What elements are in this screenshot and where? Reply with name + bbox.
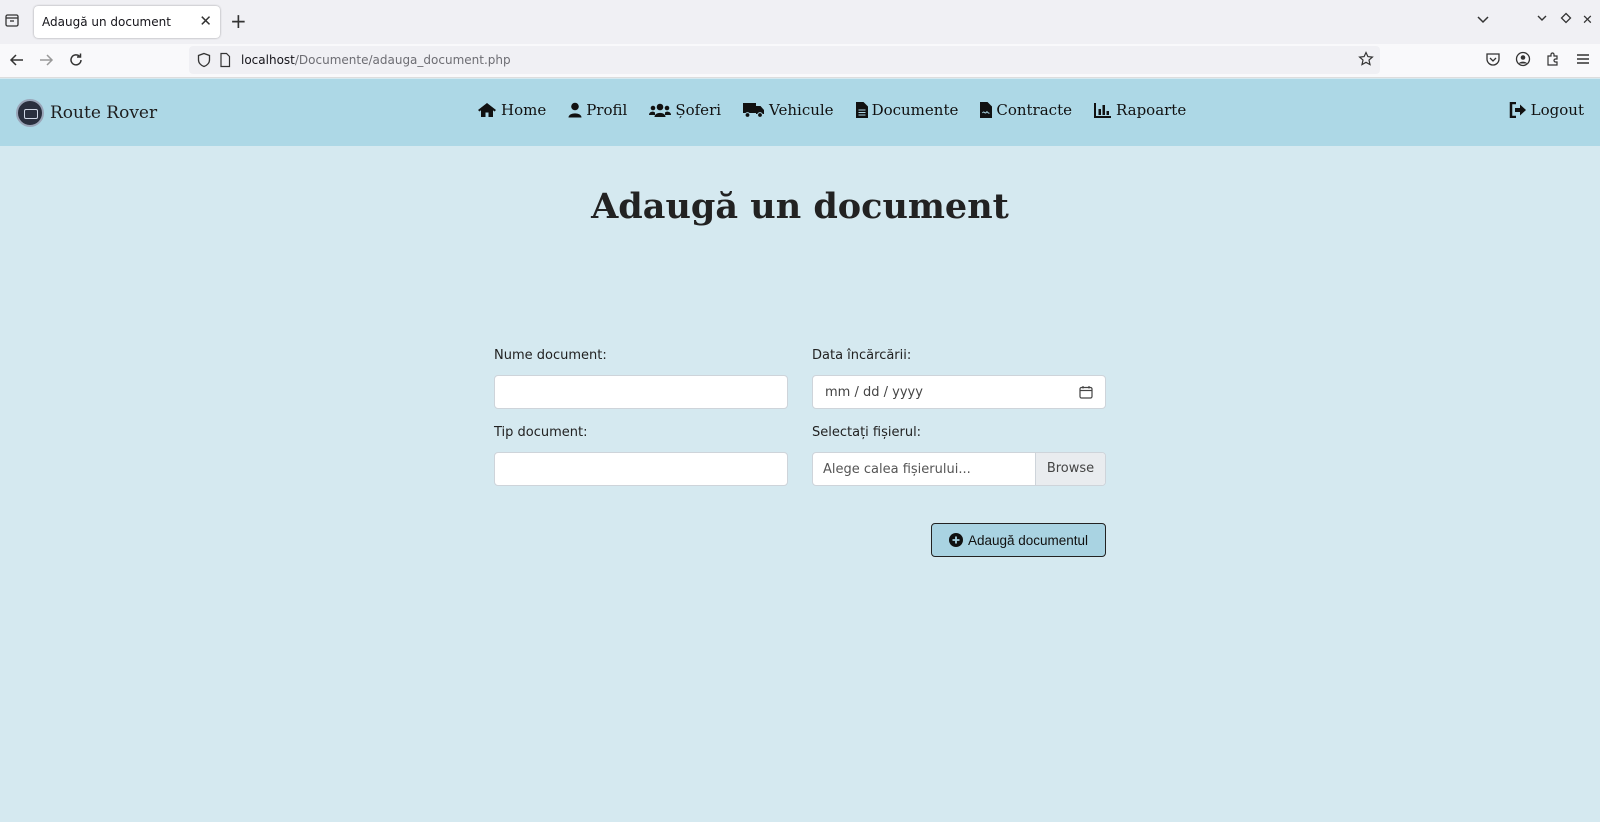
home-icon: [478, 103, 496, 117]
type-label: Tip document:: [494, 425, 588, 440]
contract-icon: [980, 102, 993, 118]
close-window-icon[interactable]: ✕: [1582, 12, 1593, 30]
nav-label: Profil: [586, 101, 628, 119]
nav-label: Vehicule: [769, 101, 834, 119]
date-placeholder: mm / dd / yyyy: [825, 385, 923, 400]
site-header: Route Rover Home Profil Șoferi Vehicule …: [0, 79, 1600, 146]
tab-overflow-chevron-icon[interactable]: [1476, 12, 1490, 32]
page-title: Adaugă un document: [591, 186, 1009, 227]
date-field-group: Data încărcării: mm / dd / yyyy: [812, 348, 1106, 409]
submit-label: Adaugă documentul: [967, 532, 1089, 548]
brand-link[interactable]: Route Rover: [16, 97, 157, 129]
browser-nav-bar: localhost/Documente/adauga_document.php: [0, 44, 1600, 78]
tab-close-icon[interactable]: ✕: [199, 12, 212, 30]
document-name-input[interactable]: [494, 375, 788, 409]
back-icon[interactable]: [8, 51, 28, 71]
document-type-input[interactable]: [494, 452, 788, 486]
tab-title: Adaugă un document: [42, 15, 171, 29]
bookmark-star-icon[interactable]: [1358, 51, 1374, 71]
nav-item-soferi[interactable]: Șoferi: [649, 101, 721, 119]
nav-item-home[interactable]: Home: [477, 101, 546, 119]
nav-label: Contracte: [996, 101, 1072, 119]
type-field-group: Tip document:: [494, 425, 788, 486]
nav-item-rapoarte[interactable]: Rapoarte: [1093, 101, 1187, 119]
name-label: Nume document:: [494, 348, 607, 363]
logout-link[interactable]: Logout: [1509, 101, 1584, 119]
brand-name: Route Rover: [50, 103, 158, 123]
name-field-group: Nume document:: [494, 348, 788, 409]
nav-item-contracte[interactable]: Contracte: [980, 101, 1072, 119]
plus-circle-icon: [948, 533, 963, 547]
browse-button[interactable]: Browse: [1035, 453, 1105, 485]
users-icon: [649, 103, 672, 117]
reload-icon[interactable]: [67, 51, 87, 71]
page-info-icon[interactable]: [219, 52, 231, 72]
file-path-placeholder: Alege calea fișierului...: [823, 462, 971, 477]
account-icon[interactable]: [1515, 51, 1535, 71]
nav-label: Șoferi: [675, 101, 722, 119]
file-picker[interactable]: Alege calea fișierului... Browse: [812, 452, 1106, 486]
upload-date-input[interactable]: mm / dd / yyyy: [812, 375, 1106, 409]
shield-icon[interactable]: [197, 52, 211, 72]
sign-out-icon: [1509, 102, 1526, 118]
tab-list-icon[interactable]: [4, 12, 22, 30]
nav-item-documente[interactable]: Documente: [855, 101, 959, 119]
browser-tab-bar: Adaugă un document ✕ + ✕: [0, 0, 1600, 44]
add-document-button[interactable]: Adaugă documentul: [931, 523, 1106, 557]
menu-icon[interactable]: [1575, 51, 1595, 71]
main-nav: Home Profil Șoferi Vehicule Documente Co…: [477, 101, 1208, 119]
new-tab-icon[interactable]: +: [230, 11, 247, 31]
logo-icon: [16, 99, 44, 127]
url-text: localhost/Documente/adauga_document.php: [241, 53, 511, 67]
chart-icon: [1093, 103, 1111, 118]
nav-label: Documente: [871, 101, 959, 119]
file-icon: [855, 102, 868, 118]
pocket-icon[interactable]: [1485, 51, 1505, 71]
nav-label: Rapoarte: [1115, 101, 1187, 119]
user-icon: [568, 102, 582, 118]
browser-tab[interactable]: Adaugă un document ✕: [34, 6, 220, 38]
nav-item-profil[interactable]: Profil: [568, 101, 627, 119]
minimize-icon[interactable]: [1536, 12, 1548, 30]
calendar-icon[interactable]: [1079, 385, 1093, 399]
logout-label: Logout: [1530, 101, 1584, 119]
forward-icon[interactable]: [37, 51, 57, 71]
truck-icon: [743, 103, 765, 118]
nav-item-vehicule[interactable]: Vehicule: [743, 101, 834, 119]
url-bar[interactable]: localhost/Documente/adauga_document.php: [189, 46, 1380, 74]
nav-label: Home: [501, 101, 547, 119]
date-label: Data încărcării:: [812, 348, 912, 363]
file-label: Selectați fișierul:: [812, 425, 922, 440]
maximize-icon[interactable]: [1560, 12, 1572, 30]
file-field-group: Selectați fișierul: Alege calea fișierul…: [812, 425, 1106, 486]
extensions-icon[interactable]: [1545, 51, 1565, 71]
